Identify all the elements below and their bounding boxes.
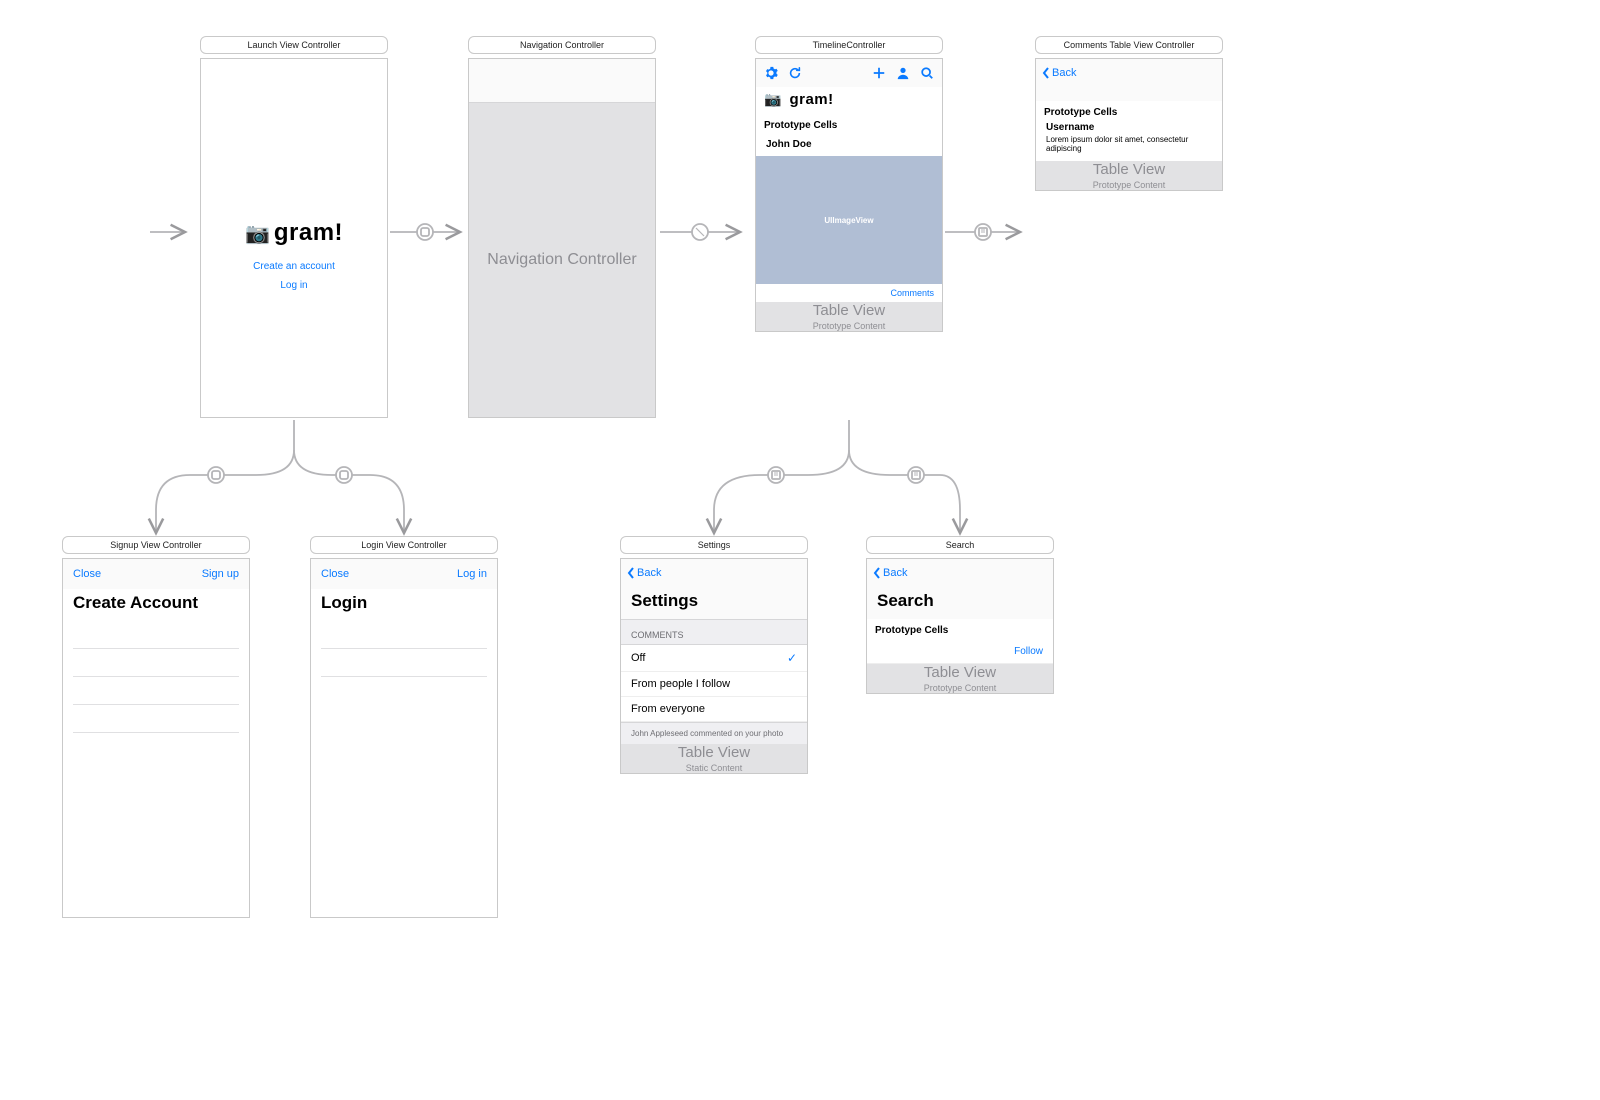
scene-label: Launch View Controller [200,36,388,54]
text-field[interactable] [73,657,239,677]
back-label: Back [883,567,907,579]
camera-icon: 📷 [764,91,781,108]
text-field[interactable] [321,629,487,649]
comment-username: Username [1036,122,1222,135]
modal-bar: Close Log in [311,559,497,589]
back-label: Back [1052,67,1076,79]
launch-scene[interactable]: Launch View Controller 📷gram! Create an … [200,36,388,418]
create-account-link[interactable]: Create an account [201,261,387,272]
table-view-label: Table View [678,744,750,761]
settings-screen: Back Settings COMMENTS Off ✓ From people… [620,558,808,774]
table-view-area: Table View Prototype Content [867,664,1053,693]
prototype-cells-label: Prototype Cells [1036,101,1222,122]
camera-icon: 📷 [245,221,270,246]
scene-label: Signup View Controller [62,536,250,554]
back-button[interactable]: Back [1036,59,1222,87]
scene-label: Settings [620,536,808,554]
plus-icon[interactable] [872,66,886,80]
text-field[interactable] [73,713,239,733]
setting-row-follow[interactable]: From people I follow [621,672,807,697]
scene-label: Comments Table View Controller [1035,36,1223,54]
close-button[interactable]: Close [73,568,101,580]
setting-label: Off [631,652,645,664]
timeline-title: 📷 gram! [756,87,942,114]
search-icon[interactable] [920,66,934,80]
text-field[interactable] [73,629,239,649]
text-field[interactable] [73,685,239,705]
nav-scene[interactable]: Navigation Controller Navigation Control… [468,36,656,418]
person-icon[interactable] [896,66,910,80]
setting-label: From everyone [631,703,705,715]
search-screen: Back Search Prototype Cells Follow Table… [866,558,1054,694]
table-view-area: Table View Prototype Content [756,302,942,331]
table-view-label: Table View [813,302,885,319]
scene-label: TimelineController [755,36,943,54]
comment-body: Lorem ipsum dolor sit amet, consectetur … [1036,135,1222,161]
page-title: Login [311,589,497,621]
timeline-scene[interactable]: TimelineController 📷 gram! Prototype Cel… [755,36,943,332]
login-button[interactable]: Log in [457,568,487,580]
comments-scene[interactable]: Comments Table View Controller Back Prot… [1035,36,1223,191]
signup-button[interactable]: Sign up [202,568,239,580]
back-label: Back [637,567,661,579]
nav-bar [469,59,655,103]
table-view-sublabel: Prototype Content [1093,180,1166,190]
brand-name: gram! [789,91,833,108]
search-scene[interactable]: Search Back Search Prototype Cells Follo… [866,536,1054,694]
chevron-left-icon [627,567,635,579]
page-title: Create Account [63,589,249,621]
scene-label: Login View Controller [310,536,498,554]
setting-row-off[interactable]: Off ✓ [621,645,807,672]
post-username: John Doe [756,135,942,156]
nav-screen: Navigation Controller [468,58,656,418]
launch-screen: 📷gram! Create an account Log in [200,58,388,418]
timeline-screen: 📷 gram! Prototype Cells John Doe UIImage… [755,58,943,332]
uiimageview-placeholder: UIImageView [756,156,942,284]
settings-scene[interactable]: Settings Back Settings COMMENTS Off ✓ Fr… [620,536,808,774]
table-view-sublabel: Static Content [686,763,743,773]
chevron-left-icon [1042,67,1050,79]
scene-label: Search [866,536,1054,554]
text-field[interactable] [321,657,487,677]
gear-icon[interactable] [764,66,778,80]
back-button[interactable]: Back [867,559,1053,587]
signup-screen: Close Sign up Create Account [62,558,250,918]
login-scene[interactable]: Login View Controller Close Log in Login [310,536,498,918]
page-title: Settings [621,587,807,619]
modal-bar: Close Sign up [63,559,249,589]
table-view-area: Table View Prototype Content [1036,161,1222,190]
login-screen: Close Log in Login [310,558,498,918]
table-view-label: Table View [1093,161,1165,178]
page-title: Search [867,587,1053,619]
brand-name: gram! [274,219,343,247]
table-view-area: Table View Static Content [621,744,807,773]
comments-link[interactable]: Comments [890,288,934,298]
prototype-cells-label: Prototype Cells [756,114,942,135]
comments-screen: Back Prototype Cells Username Lorem ipsu… [1035,58,1223,191]
nav-body: Navigation Controller [469,103,655,417]
table-view-label: Table View [924,664,996,681]
signup-scene[interactable]: Signup View Controller Close Sign up Cre… [62,536,250,918]
refresh-icon[interactable] [788,66,802,80]
follow-row: Follow [867,640,1053,664]
setting-row-everyone[interactable]: From everyone [621,697,807,722]
back-button[interactable]: Back [621,559,807,587]
timeline-toolbar [756,59,942,87]
follow-button[interactable]: Follow [1014,646,1043,657]
setting-label: From people I follow [631,678,730,690]
table-view-sublabel: Prototype Content [813,321,886,331]
group-header: COMMENTS [621,619,807,645]
prototype-cells-label: Prototype Cells [867,619,1053,640]
close-button[interactable]: Close [321,568,349,580]
login-link[interactable]: Log in [201,280,387,291]
checkmark-icon: ✓ [787,651,797,665]
table-view-sublabel: Prototype Content [924,683,997,693]
chevron-left-icon [873,567,881,579]
scene-label: Navigation Controller [468,36,656,54]
group-footer: John Appleseed commented on your photo [621,722,807,744]
comments-row: Comments [756,284,942,302]
